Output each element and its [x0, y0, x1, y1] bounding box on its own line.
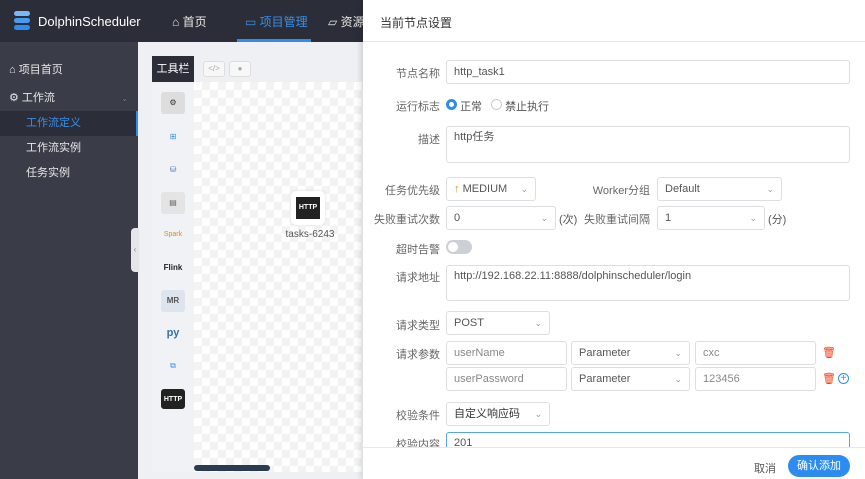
timeout-alarm-label: 超时告警: [396, 244, 440, 256]
timeout-alarm-toggle[interactable]: [446, 240, 472, 254]
method-label: 请求类型: [396, 320, 440, 332]
method-select[interactable]: POST ⌄: [446, 311, 550, 335]
tool-dependent-icon[interactable]: ⧉: [161, 355, 185, 377]
tool-flink-icon[interactable]: Flink: [161, 257, 185, 279]
chevron-down-icon: ⌄: [534, 318, 542, 328]
chevron-down-icon: ⌄: [534, 409, 542, 419]
sidebar-item-task-instance[interactable]: 任务实例: [0, 161, 138, 186]
retry-interval-unit: (分): [768, 214, 787, 226]
retry-interval-label: 失败重试间隔: [584, 214, 650, 226]
delete-param-icon[interactable]: 🗑: [822, 372, 836, 385]
divider: [363, 41, 865, 42]
task-node-label: tasks-6243: [285, 229, 335, 240]
cancel-button[interactable]: 取消: [754, 460, 776, 476]
nav-project-management[interactable]: ▭ 项目管理: [245, 13, 308, 30]
param-name-input[interactable]: userName: [446, 341, 567, 365]
tool-spark-icon[interactable]: Spark: [161, 224, 185, 246]
retry-interval-select[interactable]: 1 ⌄: [657, 206, 765, 230]
chevron-down-icon: ⌄: [766, 184, 774, 194]
description-label: 描述: [418, 134, 440, 146]
run-flag-normal-radio[interactable]: 正常: [446, 98, 482, 114]
param-type-select[interactable]: Parameter ⌄: [571, 341, 690, 365]
run-flag-label: 运行标志: [396, 101, 440, 113]
param-value-input[interactable]: cxc: [695, 341, 816, 365]
node-name-input[interactable]: http_task1: [446, 60, 850, 84]
sidebar-item-workflow-instance[interactable]: 工作流实例: [0, 136, 138, 161]
tool-http-icon[interactable]: HTTP: [161, 389, 185, 409]
worker-group-label: Worker分组: [592, 185, 650, 197]
sidebar-item-workflow-definition[interactable]: 工作流定义: [0, 111, 138, 136]
sidebar-item-workflow[interactable]: ⚙ 工作流 ⌄: [0, 86, 138, 111]
url-label: 请求地址: [396, 272, 440, 284]
param-value-input[interactable]: 123456: [695, 367, 816, 391]
run-flag-forbidden-radio[interactable]: 禁止执行: [491, 98, 549, 114]
code-view-button[interactable]: </>: [203, 61, 225, 77]
radio-unchecked-icon: [491, 99, 502, 110]
arrow-up-icon: ↑: [454, 183, 463, 195]
param-type-select[interactable]: Parameter ⌄: [571, 367, 690, 391]
confirm-add-button[interactable]: 确认添加: [788, 455, 850, 477]
sidebar-item-project-home[interactable]: ⌂ 项目首页: [0, 58, 138, 83]
tool-procedure-icon[interactable]: ⛁: [161, 159, 185, 181]
horizontal-scrollbar[interactable]: [194, 465, 270, 471]
tool-mr-icon[interactable]: MR: [161, 290, 185, 312]
tool-sub-process-icon[interactable]: ⊞: [161, 126, 185, 148]
footer-divider: [363, 447, 865, 448]
check-condition-label: 校验条件: [396, 410, 440, 422]
radio-checked-icon: [446, 99, 457, 110]
sidebar-collapse-handle[interactable]: ‹: [131, 228, 139, 272]
home-icon: ⌂: [172, 15, 183, 29]
chevron-down-icon: ⌄: [674, 348, 682, 358]
home-icon: ⌂: [9, 64, 19, 76]
tool-sql-icon[interactable]: ▤: [161, 192, 185, 214]
chevron-down-icon: ⌄: [121, 94, 128, 103]
nav-home[interactable]: ⌂ 首页: [172, 13, 207, 30]
delete-param-icon[interactable]: 🗑: [822, 346, 836, 359]
check-condition-select[interactable]: 自定义响应码 ⌄: [446, 402, 550, 426]
chevron-down-icon: ⌄: [674, 374, 682, 384]
drawer-title: 当前节点设置: [380, 16, 453, 30]
tool-shell-icon[interactable]: ⚙: [161, 92, 185, 114]
nav-resources[interactable]: ▱ 资源: [328, 13, 365, 30]
check-content-label: 校验内容: [396, 439, 440, 447]
params-label: 请求参数: [396, 349, 440, 361]
folder-project-icon: ▭: [245, 15, 260, 29]
http-icon: HTTP: [296, 197, 320, 219]
toolbar-title: 工具栏: [152, 56, 194, 82]
priority-label: 任务优先级: [385, 185, 440, 197]
param-name-input[interactable]: userPassword: [446, 367, 567, 391]
chevron-down-icon: ⌄: [749, 213, 757, 223]
folder-icon: ▱: [328, 15, 341, 29]
worker-group-select[interactable]: Default ⌄: [657, 177, 782, 201]
node-name-label: 节点名称: [396, 68, 440, 80]
chevron-down-icon: ⌄: [520, 184, 528, 194]
app-name: DolphinScheduler: [38, 14, 141, 29]
dolphinscheduler-logo: [8, 9, 36, 33]
description-textarea[interactable]: http任务: [446, 126, 850, 163]
check-content-input[interactable]: 201: [446, 432, 850, 447]
retry-times-label: 失败重试次数: [374, 214, 440, 226]
priority-select[interactable]: ↑ MEDIUM ⌄: [446, 177, 536, 201]
gear-icon: ⚙: [9, 92, 22, 104]
tool-python-icon[interactable]: py: [161, 322, 185, 344]
url-textarea[interactable]: http://192.168.22.11:8888/dolphinschedul…: [446, 265, 850, 301]
fullscreen-button[interactable]: ●: [229, 61, 251, 77]
add-param-icon[interactable]: +: [838, 373, 849, 384]
